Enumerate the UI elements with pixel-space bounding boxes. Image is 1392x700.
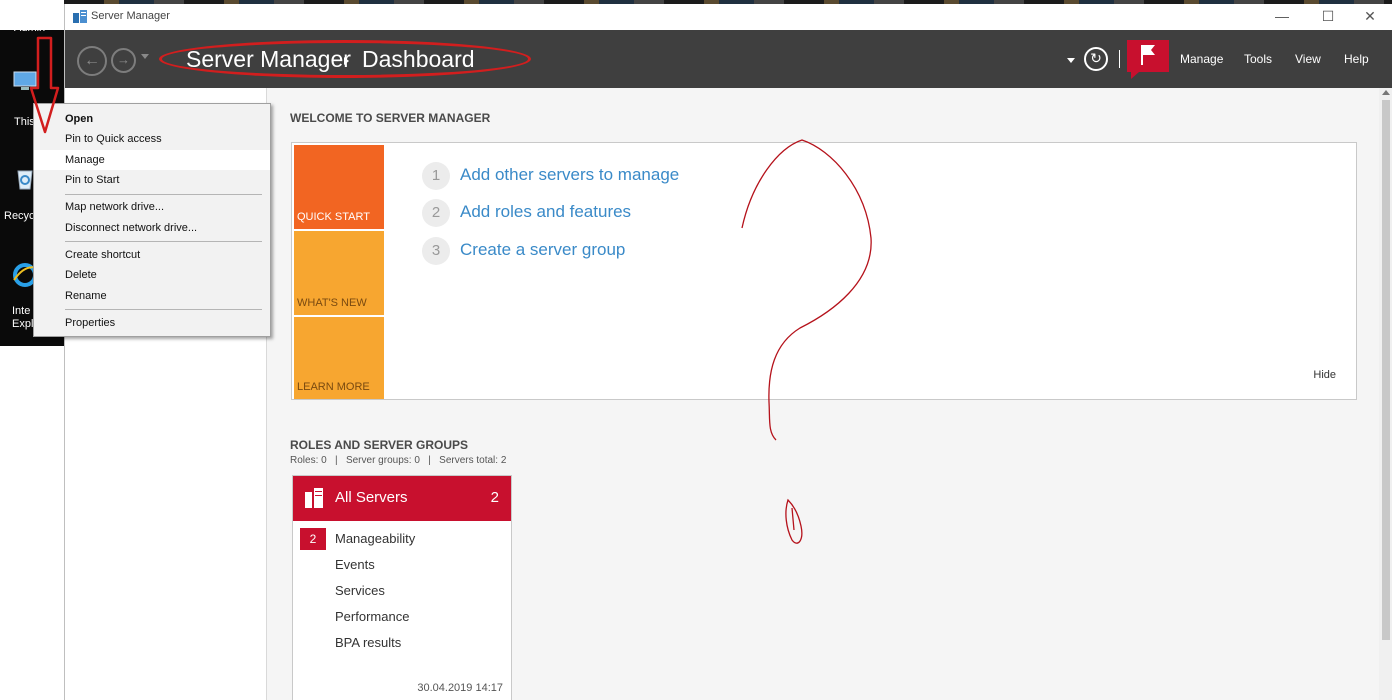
tile-whats-new[interactable]: WHAT'S NEW [294, 231, 384, 315]
desktop-icon-label: Inte [12, 305, 31, 317]
context-menu-map-drive[interactable]: Map network drive... [34, 197, 270, 217]
annotation-oval [159, 40, 531, 78]
servers-icon [305, 488, 323, 508]
scroll-up-icon[interactable] [1382, 90, 1390, 95]
menu-manage[interactable]: Manage [1180, 52, 1223, 66]
card-row-services[interactable]: Services [335, 583, 385, 598]
all-servers-card[interactable]: All Servers 2 2 Manageability Events Ser… [292, 475, 512, 700]
dashboard-content: WELCOME TO SERVER MANAGER QUICK START WH… [267, 88, 1379, 700]
refresh-icon: ↻ [1090, 50, 1102, 66]
context-menu-separator [65, 309, 262, 310]
manageability-badge: 2 [300, 528, 326, 550]
add-servers-link[interactable]: Add other servers to manage [460, 165, 679, 185]
create-server-group-link[interactable]: Create a server group [460, 240, 625, 260]
context-menu-disconnect-drive[interactable]: Disconnect network drive... [34, 218, 270, 238]
card-row-bpa-results[interactable]: BPA results [335, 635, 401, 650]
vertical-scrollbar[interactable] [1379, 88, 1392, 700]
tile-label: LEARN MORE [297, 381, 370, 393]
arrow-right-icon: → [117, 52, 130, 67]
minimize-button[interactable]: — [1259, 4, 1305, 30]
roles-title: ROLES AND SERVER GROUPS [290, 438, 469, 452]
server-manager-app-icon [73, 10, 87, 23]
context-menu: Open Pin to Quick access Manage Pin to S… [33, 103, 271, 337]
context-menu-pin-quick-access[interactable]: Pin to Quick access [34, 129, 270, 149]
step-number: 2 [422, 199, 450, 227]
tile-quick-start[interactable]: QUICK START [294, 145, 384, 229]
menu-view[interactable]: View [1295, 52, 1321, 66]
card-timestamp: 30.04.2019 14:17 [417, 682, 503, 694]
card-count: 2 [490, 489, 499, 506]
forward-button[interactable]: → [111, 48, 136, 73]
title-bar[interactable]: Server Manager — ☐ ✕ [65, 4, 1392, 30]
header-bar: ← → Server Manager Dashboard ↻ Manage To… [65, 30, 1392, 88]
desktop-icon-this-pc[interactable]: This [0, 68, 64, 128]
context-menu-properties[interactable]: Properties [34, 313, 270, 333]
step-number: 3 [422, 237, 450, 265]
context-menu-pin-start[interactable]: Pin to Start [34, 170, 270, 190]
roles-summary: Roles: 0 | Server groups: 0 | Servers to… [290, 455, 507, 466]
tile-learn-more[interactable]: LEARN MORE [294, 317, 384, 399]
desktop-icon-label-line2: Expl [12, 318, 34, 330]
maximize-button[interactable]: ☐ [1305, 4, 1351, 30]
context-menu-create-shortcut[interactable]: Create shortcut [34, 245, 270, 265]
scrollbar-thumb[interactable] [1382, 100, 1390, 640]
context-menu-rename[interactable]: Rename [34, 286, 270, 306]
history-dropdown-icon[interactable] [141, 54, 149, 59]
card-row-events[interactable]: Events [335, 557, 375, 572]
card-row-performance[interactable]: Performance [335, 609, 409, 624]
flag-icon [1141, 45, 1155, 65]
tile-label: WHAT'S NEW [297, 297, 367, 309]
card-title: All Servers [335, 489, 408, 506]
context-menu-open[interactable]: Open [34, 109, 270, 129]
card-row-manageability[interactable]: Manageability [335, 531, 415, 546]
context-menu-manage[interactable]: Manage [34, 150, 270, 170]
context-menu-delete[interactable]: Delete [34, 265, 270, 285]
refresh-button[interactable]: ↻ [1084, 47, 1108, 71]
notifications-button-tail [1131, 72, 1139, 79]
refresh-dropdown-icon[interactable] [1067, 58, 1075, 63]
window-title: Server Manager [91, 10, 170, 22]
add-roles-link[interactable]: Add roles and features [460, 202, 631, 222]
back-button[interactable]: ← [77, 46, 107, 76]
this-pc-icon [13, 71, 37, 90]
desktop-top-label: Admin [14, 22, 46, 34]
context-menu-separator [65, 241, 262, 242]
hide-link[interactable]: Hide [1313, 369, 1336, 381]
menu-tools[interactable]: Tools [1244, 52, 1272, 66]
close-button[interactable]: ✕ [1347, 4, 1392, 30]
context-menu-separator [65, 194, 262, 195]
menu-help[interactable]: Help [1344, 52, 1369, 66]
step-number: 1 [422, 162, 450, 190]
tile-label: QUICK START [297, 211, 370, 223]
welcome-title: WELCOME TO SERVER MANAGER [290, 111, 491, 125]
card-header[interactable]: All Servers 2 [293, 476, 511, 521]
header-divider [1119, 50, 1120, 68]
arrow-left-icon: ← [84, 52, 100, 69]
welcome-panel: QUICK START WHAT'S NEW LEARN MORE 1 Add … [291, 142, 1357, 400]
desktop-icon-label: Recyc [4, 210, 35, 222]
desktop-icon-label: This [14, 116, 35, 128]
